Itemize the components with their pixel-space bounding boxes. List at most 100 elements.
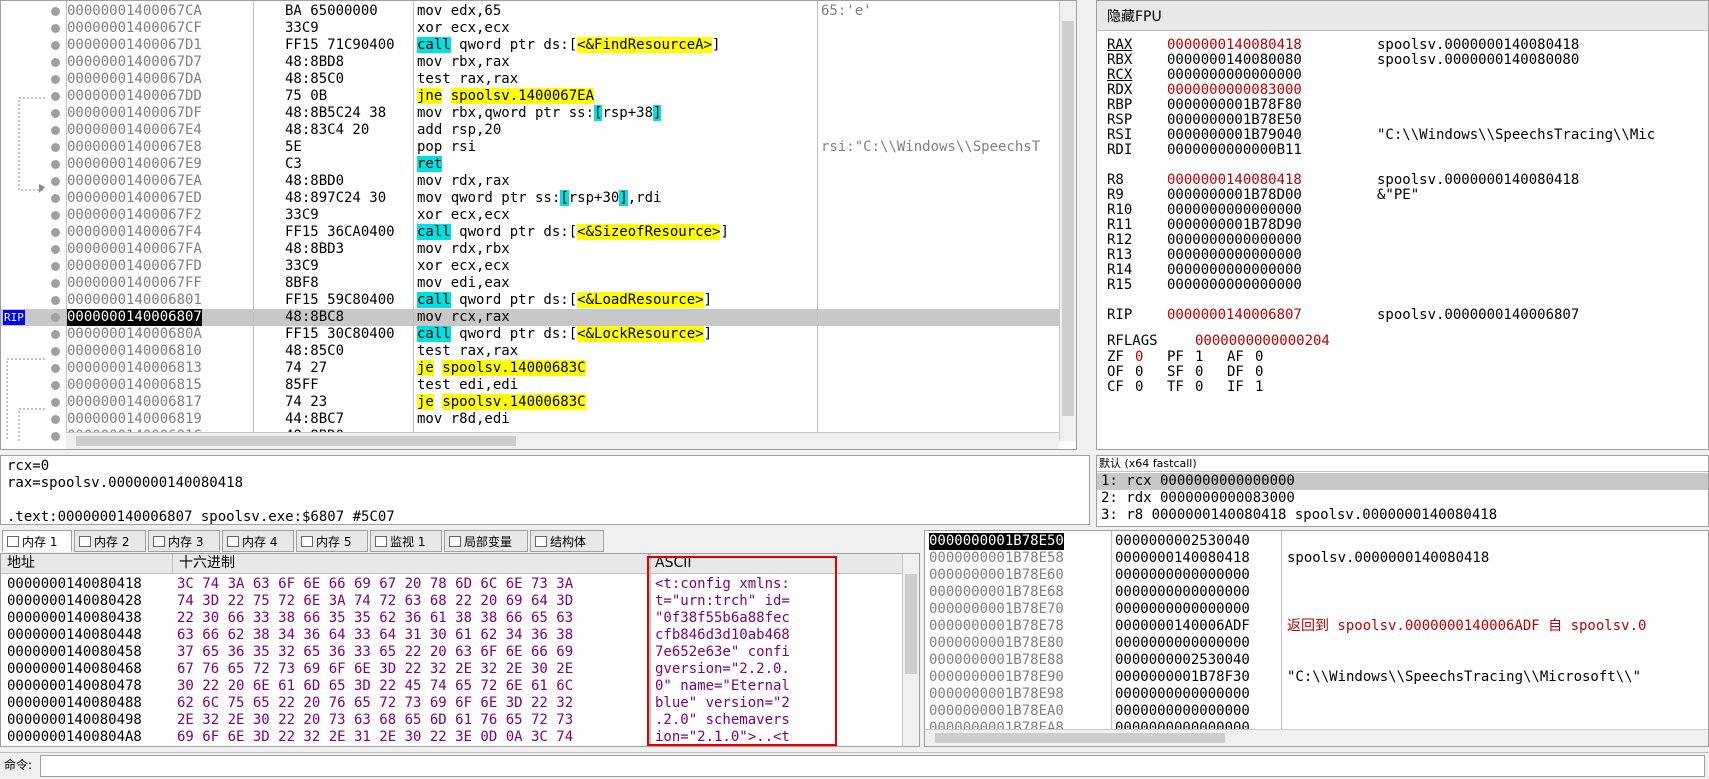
- register-value[interactable]: 0000000000000000: [1167, 233, 1302, 248]
- stack-value[interactable]: 0000000001B78F30: [1115, 669, 1250, 686]
- instruction-address[interactable]: 00000001400067CF: [67, 20, 202, 37]
- register-row[interactable]: R11 0000000001B78D90: [1097, 218, 1708, 233]
- tab-2[interactable]: 内存 2: [74, 530, 146, 552]
- breakpoint-dot[interactable]: [51, 177, 60, 186]
- instruction-address[interactable]: 0000000140006813: [67, 360, 202, 377]
- instruction-text[interactable]: mov rcx,rax: [417, 309, 510, 326]
- tab-5[interactable]: 内存 5: [296, 530, 368, 552]
- breakpoint-dot[interactable]: [51, 228, 60, 237]
- breakpoint-dot[interactable]: [51, 41, 60, 50]
- flag-value[interactable]: 1: [1195, 350, 1203, 365]
- register-row[interactable]: RIP 0000000140006807 spoolsv.0000000140006…: [1097, 308, 1708, 323]
- breakpoint-dot[interactable]: [51, 58, 60, 67]
- instruction-text[interactable]: call qword ptr ds:[<&LoadResource>]: [417, 292, 712, 309]
- dump-hex[interactable]: 69 6F 6E 3D 22 32 2E 31 2E 30 22 3E 0D 0…: [177, 729, 573, 746]
- stack-address[interactable]: 0000000001B78E68: [929, 584, 1064, 601]
- disasm-row[interactable]: 00000001400067CA BA 65000000 mov edx,65 65:…: [1, 3, 1059, 20]
- flags-row[interactable]: ZF 0 PF 1 AF 0: [1097, 350, 1708, 365]
- tab-3[interactable]: 内存 3: [148, 530, 220, 552]
- tab-6[interactable]: 监视 1: [370, 530, 442, 552]
- flag-value[interactable]: 0: [1135, 350, 1143, 365]
- stack-value[interactable]: 0000000000000000: [1115, 686, 1250, 703]
- stack-value[interactable]: 0000000000000000: [1115, 584, 1250, 601]
- disasm-row[interactable]: 00000001400067F2 33C9 xor ecx,ecx: [1, 207, 1059, 224]
- stack-row[interactable]: 0000000001B78E58 0000000140080418 spoolsv.…: [925, 550, 1708, 567]
- register-value[interactable]: 0000000000000000: [1167, 263, 1302, 278]
- dump-address[interactable]: 0000000140080478: [7, 678, 142, 695]
- stack-row[interactable]: 0000000001B78E68 0000000000000000: [925, 584, 1708, 601]
- stack-address[interactable]: 0000000001B78E88: [929, 652, 1064, 669]
- disasm-row[interactable]: 000000014000680A FF15 30C80400 call qword …: [1, 326, 1059, 343]
- memory-dump-pane[interactable]: 地址 十六进制 ASCII 0000000140080418 3C 74 3A 6…: [0, 553, 920, 747]
- stack-row[interactable]: 0000000001B78E60 0000000000000000: [925, 567, 1708, 584]
- instruction-text[interactable]: test rax,rax: [417, 71, 518, 88]
- disasm-row[interactable]: 00000001400067E9 C3 ret: [1, 156, 1059, 173]
- register-value[interactable]: 0000000000083000: [1167, 83, 1302, 98]
- arguments-pane[interactable]: 默认 (x64 fastcall) 1: rcx 000000000000000…: [1096, 455, 1709, 527]
- instruction-address[interactable]: 0000000140006815: [67, 377, 202, 394]
- register-row[interactable]: [1097, 293, 1708, 308]
- stack-row[interactable]: 0000000001B78E90 0000000001B78F30 "C:\\Win…: [925, 669, 1708, 686]
- breakpoint-dot[interactable]: [51, 126, 60, 135]
- instruction-text[interactable]: test edi,edi: [417, 377, 518, 394]
- instruction-text[interactable]: jne spoolsv.1400067EA: [417, 88, 595, 105]
- dump-hex[interactable]: 63 66 62 38 34 36 64 33 64 31 30 61 62 3…: [177, 627, 573, 644]
- dump-address[interactable]: 0000000140080498: [7, 712, 142, 729]
- stack-address[interactable]: 0000000001B78E60: [929, 567, 1064, 584]
- hide-fpu-button[interactable]: 隐藏FPU: [1097, 1, 1708, 31]
- instruction-text[interactable]: mov rdx,rbx: [417, 241, 510, 258]
- rflags-value[interactable]: 0000000000000204: [1195, 333, 1330, 350]
- breakpoint-dot[interactable]: [51, 279, 60, 288]
- breakpoint-dot[interactable]: [51, 347, 60, 356]
- breakpoint-dot[interactable]: [51, 364, 60, 373]
- stack-address[interactable]: 0000000001B78E78: [929, 618, 1064, 635]
- instruction-text[interactable]: pop rsi: [417, 139, 476, 156]
- instruction-address[interactable]: 00000001400067DA: [67, 71, 202, 88]
- register-value[interactable]: 0000000140080418: [1167, 38, 1302, 53]
- register-value[interactable]: 0000000140080418: [1167, 173, 1302, 188]
- target-label[interactable]: spoolsv.14000683C: [442, 360, 586, 376]
- register-value[interactable]: 0000000000000000: [1167, 278, 1302, 293]
- instruction-address[interactable]: 00000001400067FD: [67, 258, 202, 275]
- dump-hex[interactable]: 3C 74 3A 63 6F 6E 66 69 67 20 78 6D 6C 6…: [177, 576, 573, 593]
- argument-line[interactable]: 1: rcx 0000000000000000: [1097, 473, 1708, 490]
- register-value[interactable]: 0000000000000B11: [1167, 143, 1302, 158]
- breakpoint-dot[interactable]: [51, 7, 60, 16]
- target-label[interactable]: spoolsv.1400067EA: [450, 88, 595, 104]
- instruction-text[interactable]: call qword ptr ds:[<&FindResourceA>]: [417, 37, 720, 54]
- breakpoint-dot[interactable]: [51, 415, 60, 424]
- register-row[interactable]: R15 0000000000000000: [1097, 278, 1708, 293]
- instruction-address[interactable]: 00000001400067EA: [67, 173, 202, 190]
- breakpoint-dot[interactable]: [51, 211, 60, 220]
- instruction-address[interactable]: 00000001400067D1: [67, 37, 202, 54]
- instruction-address[interactable]: 00000001400067E8: [67, 139, 202, 156]
- stack-value[interactable]: 0000000000000000: [1115, 601, 1250, 618]
- instruction-text[interactable]: call qword ptr ds:[<&SizeofResource>]: [417, 224, 729, 241]
- stack-value[interactable]: 0000000000000000: [1115, 703, 1250, 720]
- stack-row[interactable]: 0000000001B78E50 0000000002530040: [925, 533, 1708, 550]
- flag-value[interactable]: 1: [1255, 380, 1263, 395]
- stack-value[interactable]: 0000000000000000: [1115, 567, 1250, 584]
- breakpoint-dot[interactable]: [51, 160, 60, 169]
- stack-address[interactable]: 0000000001B78E98: [929, 686, 1064, 703]
- breakpoint-dot[interactable]: [51, 381, 60, 390]
- argument-line[interactable]: 2: rdx 0000000000083000: [1097, 490, 1708, 507]
- stack-horizontal-scrollbar[interactable]: [925, 729, 1708, 746]
- disasm-row[interactable]: 00000001400067DD 75 0B jne spoolsv.1400067…: [1, 88, 1059, 105]
- register-row[interactable]: RCX 0000000000000000: [1097, 68, 1708, 83]
- dump-hex[interactable]: 30 22 20 6E 61 6D 65 3D 22 45 74 65 72 6…: [177, 678, 573, 695]
- instruction-text[interactable]: test rax,rax: [417, 343, 518, 360]
- stack-row[interactable]: 0000000001B78E70 0000000000000000: [925, 601, 1708, 618]
- breakpoint-dot[interactable]: [51, 92, 60, 101]
- breakpoint-dot[interactable]: [51, 109, 60, 118]
- stack-address[interactable]: 0000000001B78E70: [929, 601, 1064, 618]
- flag-value[interactable]: 0: [1135, 380, 1143, 395]
- instruction-address[interactable]: 00000001400067FF: [67, 275, 202, 292]
- breakpoint-dot[interactable]: [51, 75, 60, 84]
- register-row[interactable]: R10 0000000000000000: [1097, 203, 1708, 218]
- disasm-row[interactable]: 00000001400067FF 8BF8 mov edi,eax: [1, 275, 1059, 292]
- rflags-row[interactable]: RFLAGS 0000000000000204: [1097, 333, 1708, 350]
- stack-address[interactable]: 0000000001B78EA0: [929, 703, 1064, 720]
- instruction-address[interactable]: 00000001400067DF: [67, 105, 202, 122]
- tab-4[interactable]: 内存 4: [222, 530, 294, 552]
